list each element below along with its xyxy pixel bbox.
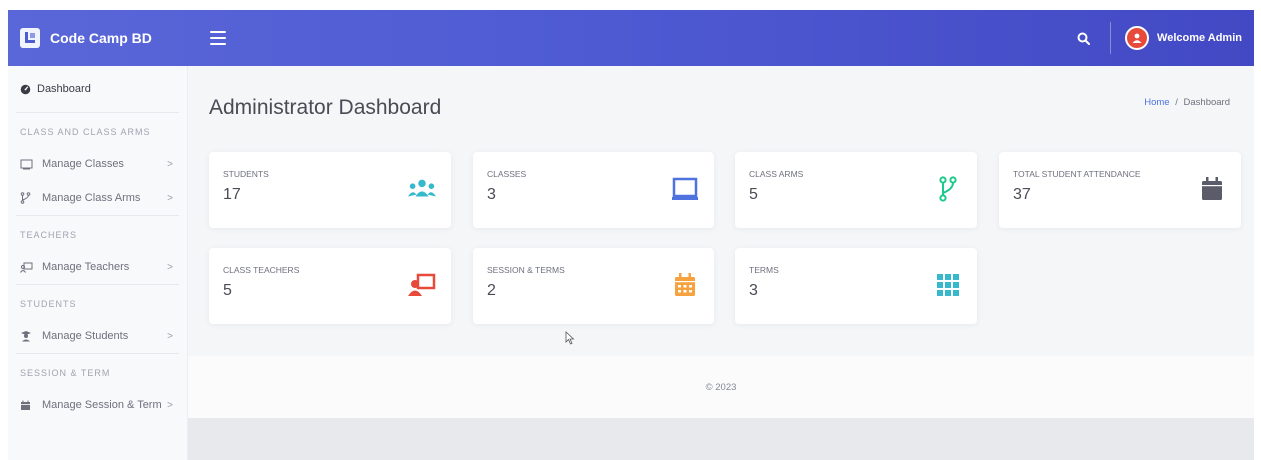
user-name: Welcome Admin (1157, 32, 1242, 44)
user-avatar-icon (1125, 26, 1150, 50)
copyright-text: © 2023 (705, 381, 737, 393)
card-label: TERMS (749, 265, 779, 275)
card-label: STUDENTS (223, 169, 269, 179)
brand[interactable]: Code Camp BD (8, 10, 188, 66)
card-label: CLASSES (487, 169, 527, 179)
sidebar-toggle-button[interactable] (210, 31, 226, 45)
code-branch-icon (933, 176, 963, 202)
brand-logo-icon (20, 28, 40, 48)
chevron-right-icon: > (167, 261, 173, 273)
stat-card-terms: TERMS 3 (735, 248, 977, 324)
search-button[interactable] (1068, 23, 1098, 53)
user-graduate-icon (21, 331, 31, 342)
card-label: SESSION & TERMS (487, 265, 565, 275)
stat-card-class-arms: CLASS ARMS 5 (735, 152, 977, 228)
sidebar-item-manage-session-term[interactable]: Manage Session & Term > (8, 388, 187, 422)
mouse-cursor-icon (565, 331, 575, 345)
footer: © 2023 (188, 356, 1254, 418)
calendar-icon (1197, 176, 1227, 202)
sidebar-item-manage-class-arms[interactable]: Manage Class Arms > (8, 181, 187, 215)
sidebar-item-label: Manage Students (42, 330, 129, 342)
chevron-right-icon: > (167, 399, 173, 411)
chalkboard-icon (670, 176, 700, 202)
card-label: CLASS ARMS (749, 169, 804, 179)
stat-card-class-teachers: CLASS TEACHERS 5 (209, 248, 451, 324)
chalkboard-icon (20, 159, 33, 169)
calendar-alt-icon (670, 272, 700, 298)
breadcrumb-current: Dashboard (1183, 97, 1230, 108)
sidebar-heading-class: CLASS AND CLASS ARMS (20, 127, 151, 137)
search-icon (1077, 32, 1090, 45)
card-value: 17 (223, 186, 241, 203)
sidebar-heading-teachers: TEACHERS (20, 230, 78, 240)
brand-name: Code Camp BD (50, 30, 152, 46)
card-value: 2 (487, 282, 496, 299)
sidebar: Dashboard CLASS AND CLASS ARMS Manage Cl… (8, 66, 188, 460)
chalkboard-teacher-icon (407, 272, 437, 298)
chevron-right-icon: > (167, 192, 173, 204)
th-icon (933, 272, 963, 298)
calendar-icon (21, 400, 30, 410)
card-label: TOTAL STUDENT ATTENDANCE (1013, 169, 1141, 179)
chalkboard-teacher-icon (20, 262, 33, 273)
sidebar-item-label: Manage Session & Term (42, 399, 162, 411)
sidebar-item-label: Manage Classes (42, 158, 124, 170)
stat-card-students: STUDENTS 17 (209, 152, 451, 228)
card-value: 3 (749, 282, 758, 299)
stat-card-session-terms: SESSION & TERMS 2 (473, 248, 714, 324)
sidebar-heading-students: STUDENTS (20, 299, 77, 309)
users-icon (407, 176, 437, 202)
breadcrumb-home-link[interactable]: Home (1144, 97, 1169, 108)
breadcrumb: Home / Dashboard (1144, 97, 1230, 108)
page-title: Administrator Dashboard (209, 96, 442, 119)
top-navbar: Code Camp BD Welcome Admin (8, 10, 1254, 66)
sidebar-item-dashboard[interactable]: Dashboard (8, 66, 187, 112)
tachometer-icon (20, 84, 31, 94)
user-menu[interactable]: Welcome Admin (1125, 26, 1254, 50)
bottom-strip (188, 418, 1254, 460)
card-value: 5 (749, 186, 758, 203)
breadcrumb-separator: / (1175, 97, 1178, 108)
code-branch-icon (20, 192, 31, 204)
chevron-right-icon: > (167, 330, 173, 342)
card-value: 37 (1013, 186, 1031, 203)
sidebar-item-manage-teachers[interactable]: Manage Teachers > (8, 250, 187, 284)
sidebar-item-label: Dashboard (37, 83, 91, 95)
chevron-right-icon: > (167, 158, 173, 170)
sidebar-heading-session: SESSION & TERM (20, 368, 111, 378)
sidebar-item-label: Manage Class Arms (42, 192, 141, 204)
card-label: CLASS TEACHERS (223, 265, 300, 275)
card-value: 3 (487, 186, 496, 203)
stat-card-total-attendance: TOTAL STUDENT ATTENDANCE 37 (999, 152, 1241, 228)
card-value: 5 (223, 282, 232, 299)
sidebar-item-manage-students[interactable]: Manage Students > (8, 319, 187, 353)
sidebar-item-manage-classes[interactable]: Manage Classes > (8, 147, 187, 181)
topbar-divider (1110, 22, 1112, 54)
main-content: Administrator Dashboard Home / Dashboard… (188, 66, 1254, 460)
sidebar-item-label: Manage Teachers (42, 261, 130, 273)
stat-card-classes: CLASSES 3 (473, 152, 714, 228)
